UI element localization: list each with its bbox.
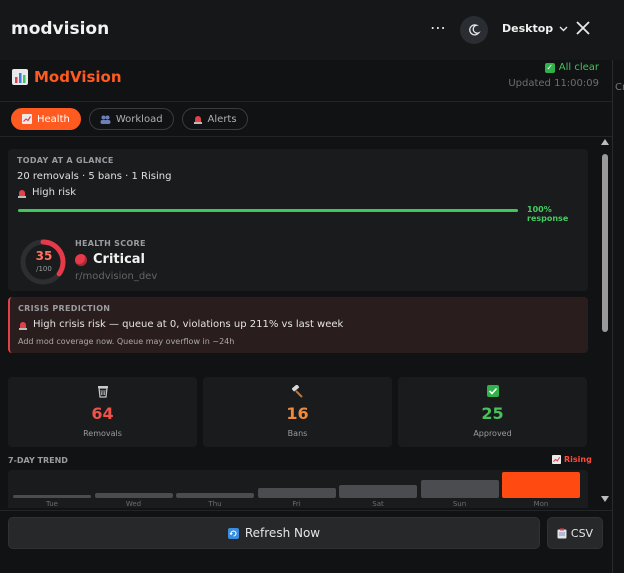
health-score-value: 35 [35, 249, 53, 263]
tab-label: Workload [115, 113, 163, 125]
action-bar: Refresh Now CSV [0, 510, 612, 573]
scroll-down-arrow-icon[interactable] [601, 496, 609, 502]
tab-bar: Health Workload Alerts [11, 108, 248, 130]
checkmark-icon: ✓ [544, 62, 555, 73]
theme-toggle-button[interactable] [460, 16, 488, 44]
background-text: Cr [615, 82, 624, 93]
wastebasket-icon [97, 386, 108, 398]
health-score-max: /100 [36, 265, 52, 273]
crisis-advice: Add mod coverage now. Queue may overflow… [18, 337, 235, 346]
close-icon [576, 21, 590, 35]
chart-icon [22, 114, 32, 124]
tab-label: Health [37, 113, 70, 125]
red-circle-icon [75, 253, 87, 266]
updated-timestamp: Updated 11:00:09 [508, 78, 599, 89]
status-text: All clear [558, 62, 599, 73]
refresh-icon [227, 527, 239, 539]
refresh-now-button[interactable]: Refresh Now [8, 517, 540, 549]
crisis-title: CRISIS PREDICTION [18, 304, 111, 313]
stat-label: Bans [287, 429, 308, 438]
chart-icon [552, 455, 561, 464]
window-title: modvision [11, 19, 110, 39]
scrollbar-thumb[interactable] [602, 154, 608, 332]
trend-day-label: Mon [533, 500, 549, 508]
response-label: 100% response [527, 205, 569, 223]
chevron-down-icon [559, 26, 568, 31]
siren-icon [193, 116, 202, 124]
stat-card-removals: 64 Removals [8, 377, 197, 447]
window-titlebar: modvision ⋯ Desktop [0, 0, 624, 60]
stat-value: 64 [91, 404, 114, 423]
siren-icon [18, 189, 26, 198]
stat-card-approved: 25 Approved [398, 377, 587, 447]
tab-label: Alerts [207, 113, 237, 125]
csv-label: CSV [570, 526, 594, 540]
csv-export-button[interactable]: CSV [547, 517, 603, 549]
subreddit-name: r/modvision_dev [75, 271, 158, 282]
response-progress-bar [18, 209, 518, 212]
crisis-message: High crisis risk — queue at 0, violation… [18, 319, 343, 330]
stat-value: 16 [286, 404, 309, 423]
trend-day-label: Sat [372, 500, 384, 508]
background-page: Cr [612, 60, 624, 573]
health-status-text: Critical [93, 252, 146, 267]
trend-bar-sat [339, 485, 417, 498]
health-score-card: 35 /100 HEALTH SCORE Critical r/modvisio… [8, 233, 588, 291]
tab-alerts[interactable]: Alerts [181, 108, 248, 130]
brand: ModVision [12, 68, 122, 86]
trend-day-label: Sun [452, 500, 467, 508]
refresh-label: Refresh Now [244, 526, 321, 540]
tab-health[interactable]: Health [11, 108, 81, 130]
trend-bar-wed [94, 492, 173, 498]
trend-bar-fri [257, 487, 336, 498]
view-mode-label: Desktop [502, 22, 554, 35]
brand-name: ModVision [34, 68, 122, 86]
siren-icon [19, 321, 27, 330]
view-mode-select[interactable]: Desktop [502, 22, 568, 35]
status-indicator: ✓ All clear [544, 62, 599, 73]
stat-card-bans: 16 Bans [203, 377, 392, 447]
risk-line: High risk [17, 187, 76, 198]
trend-day-label: Wed [125, 500, 142, 508]
close-button[interactable] [576, 17, 590, 39]
seven-day-trend-chart: Tue Wed Thu Fri Sat Sun Mon [8, 470, 588, 508]
stat-label: Approved [473, 429, 512, 438]
trend-bar-tue [13, 495, 91, 498]
trend-day-label: Thu [208, 500, 222, 508]
trend-tag: Rising [552, 455, 592, 464]
glance-title: TODAY AT A GLANCE [17, 156, 114, 165]
hammer-icon [291, 384, 303, 398]
trend-day-label: Fri [292, 500, 301, 508]
divider [0, 136, 612, 137]
trend-day-label: Tue [46, 500, 58, 508]
response-progress-fill [18, 209, 518, 212]
health-title: HEALTH SCORE [75, 239, 146, 248]
stat-value: 25 [481, 404, 504, 423]
check-icon [486, 385, 499, 397]
risk-text: High risk [32, 187, 77, 198]
trend-title: 7-DAY TREND [8, 456, 68, 465]
more-options-button[interactable]: ⋯ [430, 18, 447, 37]
bar-chart-icon [12, 69, 28, 85]
trend-bar-sun [420, 479, 499, 498]
crisis-prediction-card: CRISIS PREDICTION High crisis risk — que… [8, 297, 588, 353]
trend-bar-mon [502, 472, 580, 498]
people-icon [100, 115, 111, 124]
tab-workload[interactable]: Workload [88, 108, 174, 130]
divider [0, 101, 612, 102]
crisis-message-text: High crisis risk — queue at 0, violation… [33, 319, 344, 330]
trend-bar-thu [176, 492, 254, 498]
scrollbar[interactable] [599, 137, 611, 507]
health-status: Critical [75, 252, 145, 267]
glance-summary: 20 removals · 5 bans · 1 Rising [17, 171, 172, 182]
moon-icon [469, 24, 481, 36]
trend-tag-text: Rising [564, 455, 592, 464]
scroll-up-arrow-icon[interactable] [601, 139, 609, 145]
clipboard-icon [557, 528, 567, 538]
stat-label: Removals [83, 429, 122, 438]
